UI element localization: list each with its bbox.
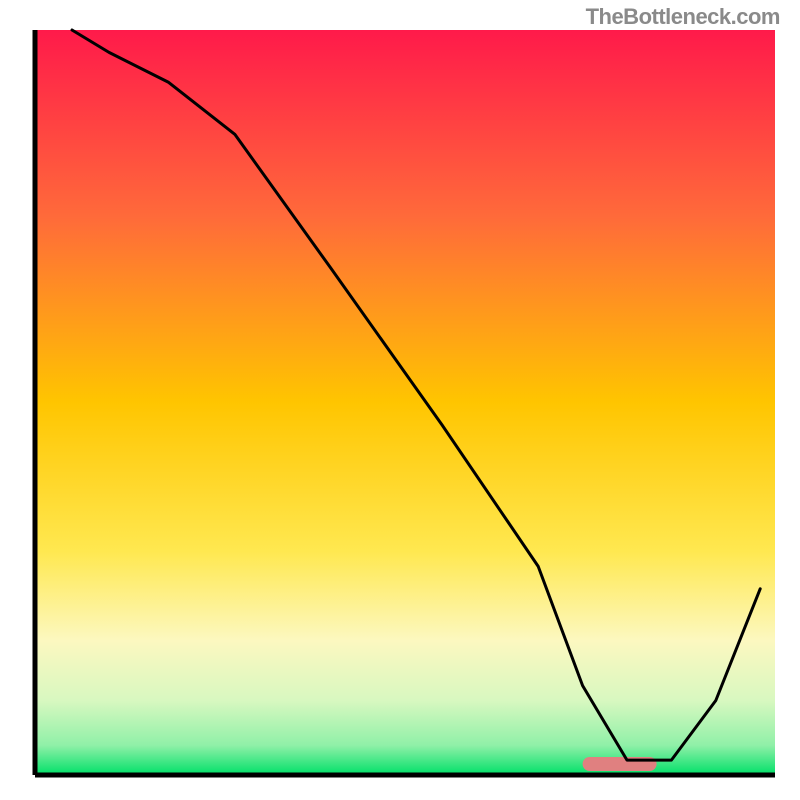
watermark-text: TheBottleneck.com <box>586 4 780 30</box>
gradient-background <box>35 30 775 775</box>
chart-container: TheBottleneck.com <box>0 0 800 800</box>
bottleneck-chart <box>0 0 800 800</box>
